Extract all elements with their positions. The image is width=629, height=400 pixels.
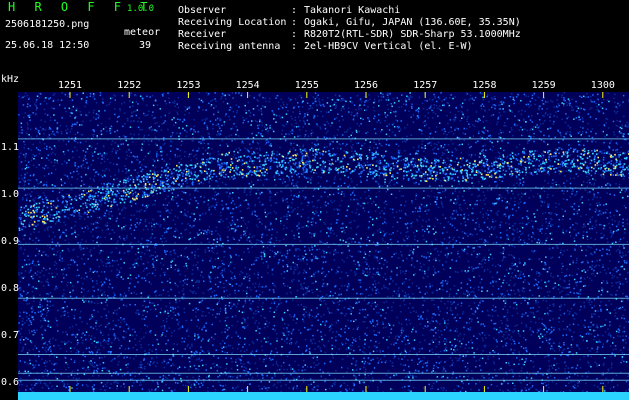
- time-tick-label: 1252: [117, 80, 142, 91]
- time-tick-label: 1255: [294, 80, 319, 91]
- freq-tick-label: 1.1: [1, 142, 20, 154]
- time-tick-label: 1251: [58, 80, 83, 91]
- freq-tick-label: 0.8: [1, 282, 20, 294]
- time-tick-label: 1258: [472, 80, 497, 91]
- freq-tick-label: 0.6: [1, 376, 20, 388]
- bottom-band: [18, 392, 629, 400]
- time-tick-label: 1259: [531, 80, 556, 91]
- spectrogram-background: [18, 92, 629, 400]
- time-tick-label: 1256: [354, 80, 379, 91]
- freq-tick-label: 0.7: [1, 329, 20, 341]
- freq-tick-label: 0.9: [1, 236, 20, 247]
- time-tick-label: 1253: [176, 80, 201, 91]
- freq-tick-label: 1.0: [1, 189, 20, 201]
- time-tick-label: 1300: [590, 80, 615, 91]
- spectrogram-plot: [18, 92, 629, 400]
- time-tick-label: 1257: [413, 80, 438, 91]
- time-tick-label: 1254: [235, 80, 260, 91]
